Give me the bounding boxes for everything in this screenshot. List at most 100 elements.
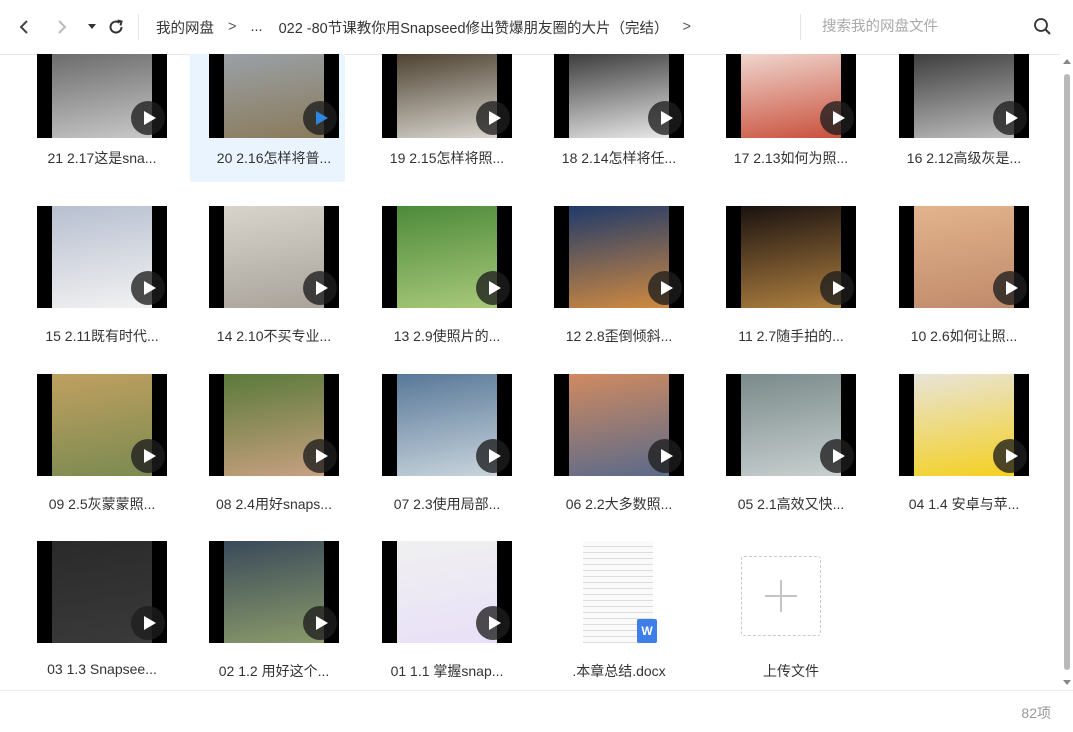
video-file-tile[interactable]: 10 2.6如何让照... [880,206,1035,344]
video-file-tile[interactable]: 12 2.8歪倒倾斜... [535,206,690,344]
play-icon[interactable] [131,101,165,135]
search-button[interactable] [1032,16,1054,38]
play-icon[interactable] [820,439,854,473]
file-name-label: 08 2.4用好snaps... [216,496,332,512]
video-file-tile[interactable]: 03 1.3 Snapsee... [18,541,173,677]
refresh-button[interactable] [104,14,128,40]
file-name-label: 15 2.11既有时代... [45,328,159,344]
video-thumbnail [382,541,512,643]
file-name-label: 07 2.3使用局部... [393,496,501,512]
video-file-tile[interactable]: 17 2.13如何为照... [707,54,862,182]
video-thumbnail [37,541,167,643]
play-icon[interactable] [993,101,1027,135]
file-name-label: 04 1.4 安卓与苹... [908,496,1020,512]
video-file-tile[interactable]: 18 2.14怎样将任... [535,54,690,182]
play-icon[interactable] [648,271,682,305]
play-icon[interactable] [648,101,682,135]
file-name-label: 02 1.2 用好这个... [218,663,330,679]
item-count: 82项 [1021,705,1051,721]
file-name-label: 10 2.6如何让照... [910,328,1018,344]
play-icon[interactable] [303,101,337,135]
file-name-label: 16 2.12高级灰是... [906,150,1022,166]
file-name-label: 11 2.7随手拍的... [738,328,844,344]
file-name-label: 03 1.3 Snapsee... [47,661,157,677]
file-name-label: 01 1.1 掌握snap... [390,663,504,679]
video-file-tile[interactable]: 21 2.17这是sna... [18,54,173,182]
file-name-label: 09 2.5灰蒙蒙照... [48,496,156,512]
search-icon [1034,18,1051,35]
play-icon[interactable] [993,439,1027,473]
word-doc-icon: W [637,619,657,643]
scroll-down-icon[interactable] [1063,680,1071,686]
video-file-tile[interactable]: 19 2.15怎样将照... [363,54,518,182]
breadcrumb-ellipsis[interactable]: ... [242,19,270,35]
file-name-label: 12 2.8歪倒倾斜... [565,328,673,344]
video-thumbnail [209,541,339,643]
video-file-tile[interactable]: 01 1.1 掌握snap... [363,541,518,679]
breadcrumb-trailing-separator[interactable]: > [677,19,697,35]
video-thumbnail [37,206,167,308]
play-icon[interactable] [303,439,337,473]
history-dropdown-button[interactable] [80,14,104,40]
video-thumbnail [554,374,684,476]
search-input[interactable] [808,18,1034,36]
breadcrumb-separator: > [228,19,237,35]
plus-icon [765,580,797,612]
vertical-scrollbar[interactable] [1060,54,1073,690]
scrollbar-thumb[interactable] [1064,74,1070,670]
refresh-icon [109,19,123,34]
file-name-label: 05 2.1高效又快... [737,496,845,512]
back-button[interactable] [12,14,36,40]
file-name-label: 21 2.17这是sna... [47,150,157,166]
caret-down-icon [88,24,96,29]
video-file-tile[interactable]: 09 2.5灰蒙蒙照... [18,374,173,512]
video-file-tile[interactable]: 16 2.12高级灰是... [880,54,1035,182]
chevron-left-icon [19,20,28,34]
play-icon[interactable] [993,271,1027,305]
play-icon[interactable] [131,271,165,305]
play-icon[interactable] [476,439,510,473]
video-file-tile[interactable]: 06 2.2大多数照... [535,374,690,512]
play-icon[interactable] [476,271,510,305]
play-icon[interactable] [820,271,854,305]
file-name-label: .本章总结.docx [572,663,666,679]
forward-button[interactable] [50,14,74,40]
video-thumbnail [37,54,167,138]
breadcrumb: 我的网盘 > ... 022 -80节课教你用Snapseed修出赞爆朋友圈的大… [148,14,788,40]
search-divider [800,14,801,40]
play-icon[interactable] [820,101,854,135]
video-file-tile[interactable]: 05 2.1高效又快... [707,374,862,512]
scroll-up-icon[interactable] [1063,58,1071,64]
video-file-tile[interactable]: 11 2.7随手拍的... [707,206,862,344]
video-thumbnail [382,374,512,476]
doc-file-tile[interactable]: W .本章总结.docx [535,541,690,679]
video-file-tile[interactable]: 04 1.4 安卓与苹... [880,374,1035,512]
video-thumbnail [209,374,339,476]
video-file-tile[interactable]: 07 2.3使用局部... [363,374,518,512]
video-thumbnail [554,54,684,138]
chevron-right-icon [58,20,67,34]
play-icon[interactable] [131,606,165,640]
video-file-tile[interactable]: 02 1.2 用好这个... [190,541,345,679]
breadcrumb-root[interactable]: 我的网盘 [148,17,222,38]
video-file-tile[interactable]: 13 2.9使照片的... [363,206,518,344]
play-icon[interactable] [131,439,165,473]
play-icon[interactable] [476,101,510,135]
video-thumbnail [726,374,856,476]
video-file-tile[interactable]: 14 2.10不买专业... [190,206,345,344]
video-file-tile[interactable]: 08 2.4用好snaps... [190,374,345,512]
video-thumbnail [382,54,512,138]
play-icon[interactable] [476,606,510,640]
breadcrumb-current[interactable]: 022 -80节课教你用Snapseed修出赞爆朋友圈的大片（完结） [271,17,677,38]
file-name-label: 上传文件 [763,663,819,679]
video-thumbnail [726,54,856,138]
video-file-tile[interactable]: 20 2.16怎样将普... [190,54,345,182]
upload-button[interactable] [741,556,821,636]
video-file-tile[interactable]: 15 2.11既有时代... [18,206,173,344]
play-icon[interactable] [303,271,337,305]
upload-file-tile[interactable]: 上传文件 [707,541,862,679]
play-icon[interactable] [648,439,682,473]
file-name-label: 19 2.15怎样将照... [389,150,505,166]
search-box [808,14,1058,40]
play-icon[interactable] [303,606,337,640]
